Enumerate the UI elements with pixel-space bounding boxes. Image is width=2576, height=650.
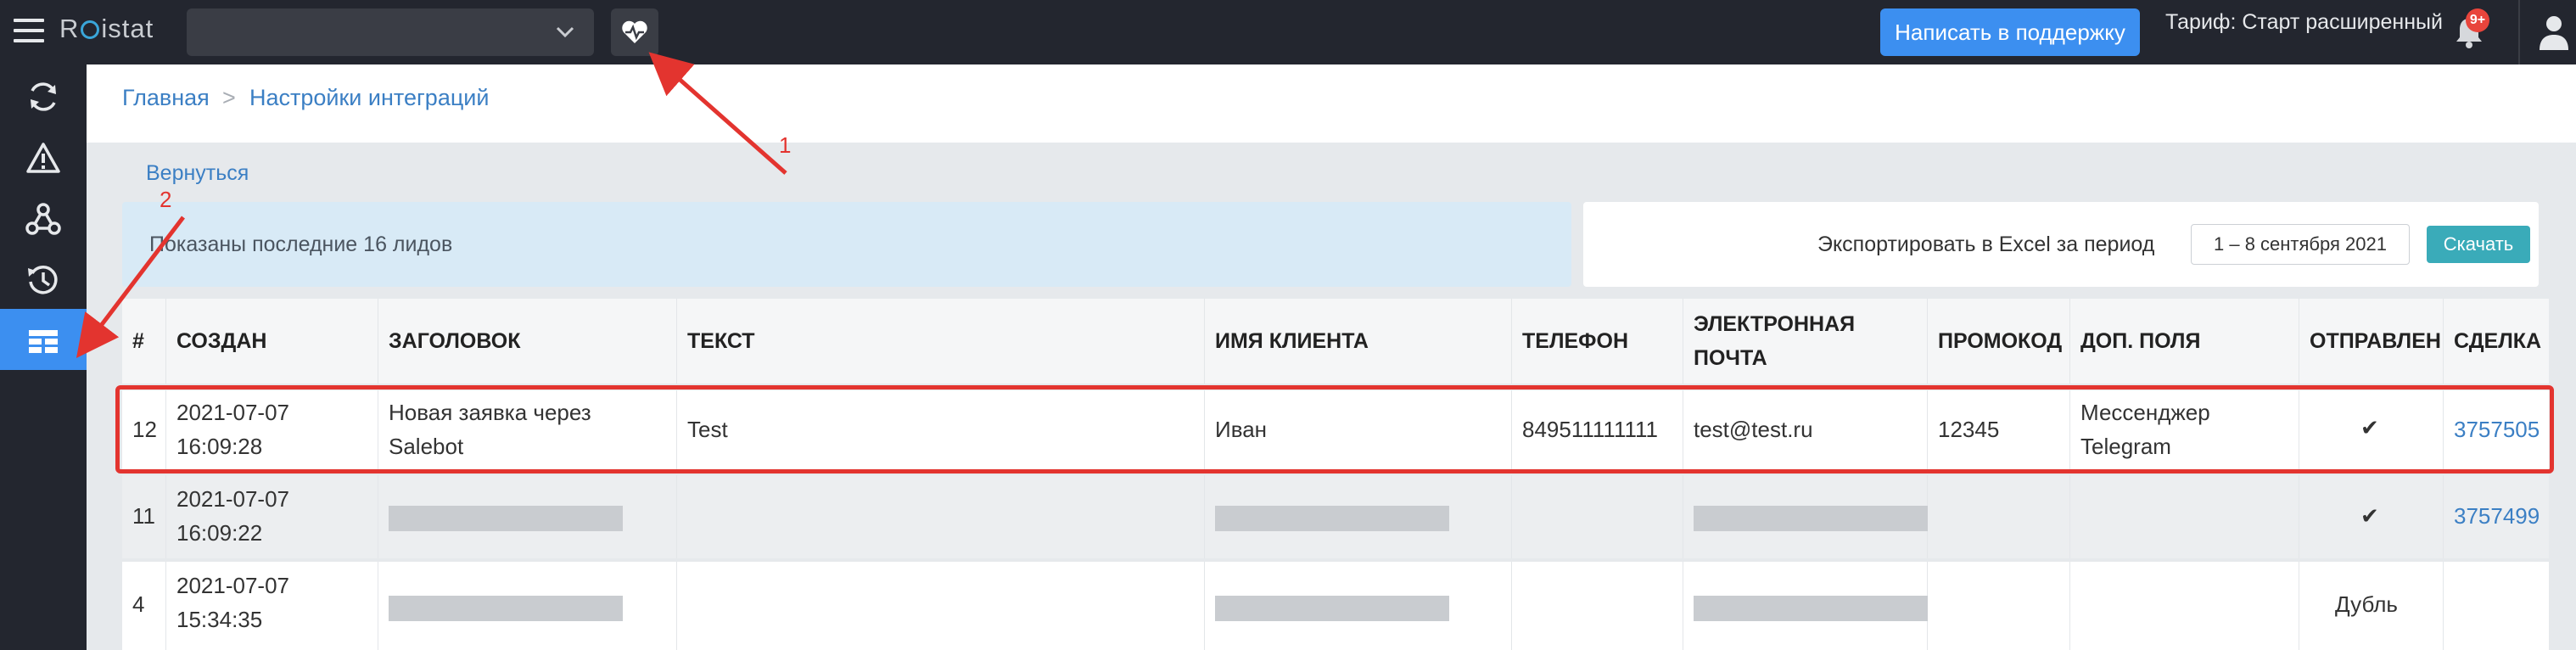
created-date: 2021-07-07 (176, 486, 289, 512)
breadcrumb-separator: > (222, 85, 236, 110)
redacted-client (1215, 596, 1449, 621)
col-header-deal: СДЕЛКА (2454, 329, 2542, 353)
created-time: 16:09:22 (176, 520, 263, 546)
integration-icon (25, 203, 61, 235)
export-panel: Экспортировать в Excel за период 1 – 8 с… (1583, 202, 2539, 287)
chevron-down-icon (556, 26, 574, 38)
period-input[interactable]: 1 – 8 сентября 2021 (2191, 224, 2410, 265)
sidebar-item-warnings[interactable] (0, 126, 87, 187)
redacted-title (389, 596, 623, 621)
table-row[interactable]: 4 2021-07-07 15:34:35 Дубль (122, 562, 2549, 650)
project-select[interactable] (187, 8, 594, 56)
export-label: Экспортировать в Excel за период (1817, 233, 2155, 256)
col-header-num: # (132, 329, 144, 353)
created-time: 15:34:35 (176, 607, 263, 632)
redacted-email (1694, 596, 1928, 621)
tariff-label[interactable]: Тариф: Старт расширенный (2165, 10, 2443, 35)
table-icon (29, 330, 58, 353)
col-header-sent: ОТПРАВЛЕН (2310, 329, 2441, 353)
top-bar: Ristat Написать в поддержку Тариф: Старт… (0, 0, 2576, 64)
sidebar-item-refresh[interactable] (0, 64, 87, 126)
redacted-title (389, 506, 623, 531)
sidebar-item-history[interactable] (0, 248, 87, 309)
col-header-phone: ТЕЛЕФОН (1522, 329, 1628, 353)
highlight-box (115, 385, 2554, 473)
col-header-email: ЭЛЕКТРОННАЯ ПОЧТА (1694, 312, 1856, 370)
back-link[interactable]: Вернуться (146, 161, 249, 186)
col-header-text: ТЕКСТ (687, 329, 755, 353)
col-header-promo: ПРОМОКОД (1938, 329, 2063, 353)
info-panel: Показаны последние 16 лидов (122, 202, 1571, 287)
topbar-divider (2518, 0, 2520, 64)
warning-icon (26, 143, 60, 173)
redacted-client (1215, 506, 1449, 531)
refresh-icon (31, 82, 56, 111)
annotation-label-2: 2 (160, 187, 172, 212)
health-check-button[interactable] (611, 8, 658, 56)
duplicate-status: Дубль (2335, 591, 2398, 617)
sidebar-item-integrations[interactable] (0, 187, 87, 248)
annotation-label-1: 1 (779, 132, 792, 158)
notification-badge: 9+ (2466, 8, 2489, 32)
leads-count-text: Показаны последние 16 лидов (149, 233, 453, 256)
col-header-title: ЗАГОЛОВОК (389, 329, 521, 353)
download-button[interactable]: Скачать (2427, 226, 2530, 263)
col-header-extra: ДОП. ПОЛЯ (2080, 329, 2201, 353)
row-num: 4 (132, 591, 145, 617)
col-header-client: ИМЯ КЛИЕНТА (1215, 329, 1369, 353)
table-row[interactable]: 11 2021-07-07 16:09:22 ✔ 3757499 (122, 475, 2549, 558)
breadcrumb-home[interactable]: Главная (122, 85, 210, 111)
created-date: 2021-07-07 (176, 573, 289, 598)
table-header: # СОЗДАН ЗАГОЛОВОК ТЕКСТ ИМЯ КЛИЕНТА ТЕЛ… (122, 299, 2549, 384)
menu-icon[interactable] (14, 19, 44, 44)
heart-pulse-icon (622, 20, 647, 43)
breadcrumb-integration-settings[interactable]: Настройки интеграций (249, 85, 489, 111)
breadcrumb: Главная > Настройки интеграций (87, 64, 2576, 143)
sent-check-icon: ✔ (2360, 503, 2379, 529)
support-button[interactable]: Написать в поддержку (1880, 8, 2140, 56)
deal-link[interactable]: 3757499 (2454, 499, 2540, 533)
sidebar-item-table[interactable] (0, 309, 87, 370)
sidebar (0, 64, 87, 650)
history-icon (28, 266, 58, 294)
col-header-created: СОЗДАН (176, 329, 267, 353)
redacted-email (1694, 506, 1928, 531)
row-num: 11 (132, 503, 155, 529)
roistat-logo[interactable]: Ristat (59, 14, 154, 44)
user-icon[interactable] (2537, 14, 2571, 51)
